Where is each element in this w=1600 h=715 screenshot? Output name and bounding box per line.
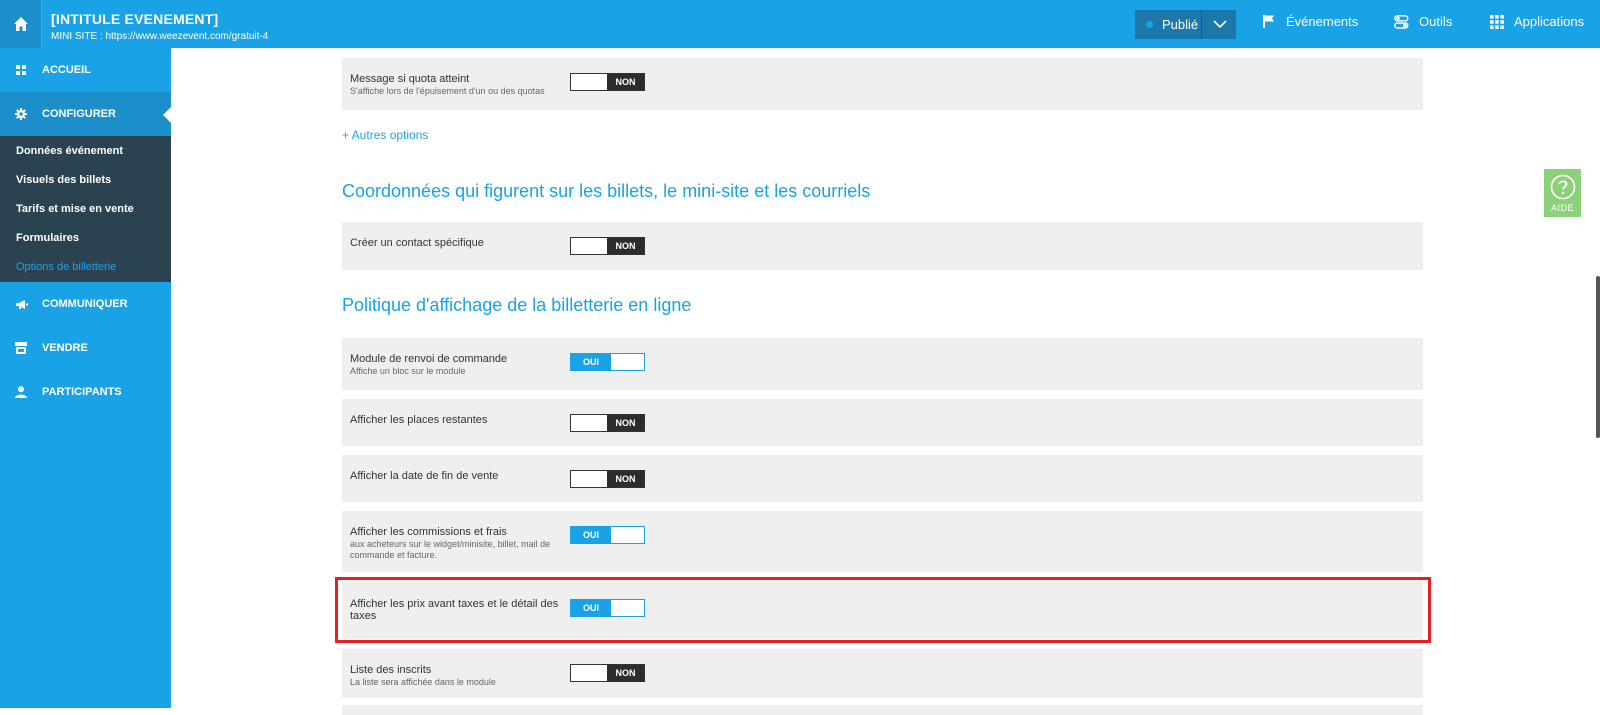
dashboard-icon [16,65,26,75]
status-divider [1201,10,1202,39]
places-restantes-toggle[interactable]: NON [570,414,645,432]
user-icon [15,386,27,398]
home-icon [13,17,28,31]
nav-tools[interactable]: Outils [1394,14,1452,29]
option-label: Afficher les commissions et frais [350,526,507,538]
sidebar-item-label: ACCUEIL [42,64,91,76]
nav-events[interactable]: Événements [1262,14,1358,29]
gear-icon [15,108,27,120]
option-label: Module de renvoi de commande [350,353,508,365]
configurer-submenu: Données événement Visuels des billets Ta… [0,136,171,282]
submenu-options-billetterie[interactable]: Options de billetterie [16,261,116,273]
option-hint: aux acheteurs sur le widget/minisite, bi… [350,539,551,560]
toggles-icon [1394,14,1409,29]
option-row-places-restantes: Afficher les places restantes NON [342,399,1423,446]
toggle-state: NON [607,74,644,90]
sidebar-item-label: COMMUNIQUER [42,298,128,310]
mini-site-url[interactable]: MINI SITE : https://www.weezevent.com/gr… [51,31,268,42]
nav-applications[interactable]: Applications [1490,14,1584,29]
sidebar-item-communiquer[interactable]: COMMUNIQUER [0,282,171,326]
sidebar-item-configurer[interactable]: CONFIGURER [0,92,171,136]
submenu-donnees-evenement[interactable]: Données événement [16,145,123,157]
status-dot-icon [1146,21,1153,28]
submenu-visuels-billets[interactable]: Visuels des billets [16,174,111,186]
option-label: Message si quota atteint [350,73,470,85]
contact-toggle[interactable]: NON [570,237,645,255]
quota-toggle[interactable]: NON [570,73,645,91]
option-label: Afficher la date de fin de vente [350,470,499,482]
nav-applications-label: Applications [1514,14,1585,29]
top-bar: [INTITULE EVENEMENT] MINI SITE : https:/… [0,0,1600,48]
scrollbar-thumb[interactable] [1596,276,1600,438]
section-heading-policy: Politique d'affichage de la billetterie … [342,295,692,315]
option-row-partial [342,705,1423,715]
sidebar: ACCUEIL CONFIGURER Données événement Vis… [0,48,171,708]
flag-icon [1263,15,1274,28]
submenu-tarifs[interactable]: Tarifs et mise en vente [16,203,134,215]
event-title: [INTITULE EVENEMENT] [51,11,219,27]
sidebar-item-label: PARTICIPANTS [42,386,122,398]
sidebar-item-vendre[interactable]: VENDRE [0,326,171,370]
toggle-state: NON [607,238,644,254]
sidebar-item-label: CONFIGURER [42,108,116,120]
sidebar-item-accueil[interactable]: ACCUEIL [0,48,171,92]
option-row-quota: Message si quota atteint S'affiche lors … [342,58,1423,110]
commissions-frais-toggle[interactable]: OUI [570,526,645,544]
chevron-down-icon [1213,20,1227,29]
section-heading-contact: Coordonnées qui figurent sur les billets… [342,181,871,201]
option-hint: S'affiche lors de l'épuisement d'un ou d… [350,86,545,96]
renvoi-commande-toggle[interactable]: OUI [570,353,645,371]
toggle-state: OUI [571,354,611,370]
date-fin-vente-toggle[interactable]: NON [570,470,645,488]
nav-events-label: Événements [1286,14,1359,29]
option-row-liste-inscrits: Liste des inscrits La liste sera affiché… [342,649,1423,698]
nav-tools-label: Outils [1419,14,1453,29]
option-row-renvoi-commande: Module de renvoi de commande Affiche un … [342,338,1423,390]
store-icon [15,342,27,354]
toggle-state: NON [607,471,644,487]
option-label: Afficher les places restantes [350,414,488,426]
megaphone-icon [15,299,28,309]
toggle-state: NON [607,665,644,681]
status-select[interactable]: Publié [1135,10,1236,39]
option-row-contact: Créer un contact spécifique NON [342,222,1423,270]
help-label: AIDE [1550,203,1574,213]
status-label: Publié [1162,17,1199,32]
option-hint: Affiche un bloc sur le module [350,366,466,376]
home-button[interactable] [0,0,42,48]
option-row-date-fin-vente: Afficher la date de fin de vente NON [342,455,1423,502]
submenu-formulaires[interactable]: Formulaires [16,232,79,244]
liste-inscrits-toggle[interactable]: NON [570,664,645,682]
grid-icon [1490,14,1504,29]
more-options-link[interactable]: + Autres options [342,128,428,142]
sidebar-item-label: VENDRE [42,342,88,354]
sidebar-item-participants[interactable]: PARTICIPANTS [0,370,171,414]
toggle-state: NON [607,415,644,431]
option-row-commissions-frais: Afficher les commissions et frais aux ac… [342,511,1423,572]
toggle-state: OUI [571,527,611,543]
option-hint: La liste sera affichée dans le module [350,677,496,687]
option-label: Liste des inscrits [350,664,432,676]
main-content: Message si quota atteint S'affiche lors … [171,48,1600,715]
active-indicator [163,107,171,123]
help-button[interactable]: AIDE [1544,169,1581,217]
question-circle-icon [1550,174,1575,200]
highlight-box [335,577,1431,643]
option-label: Créer un contact spécifique [350,237,484,249]
